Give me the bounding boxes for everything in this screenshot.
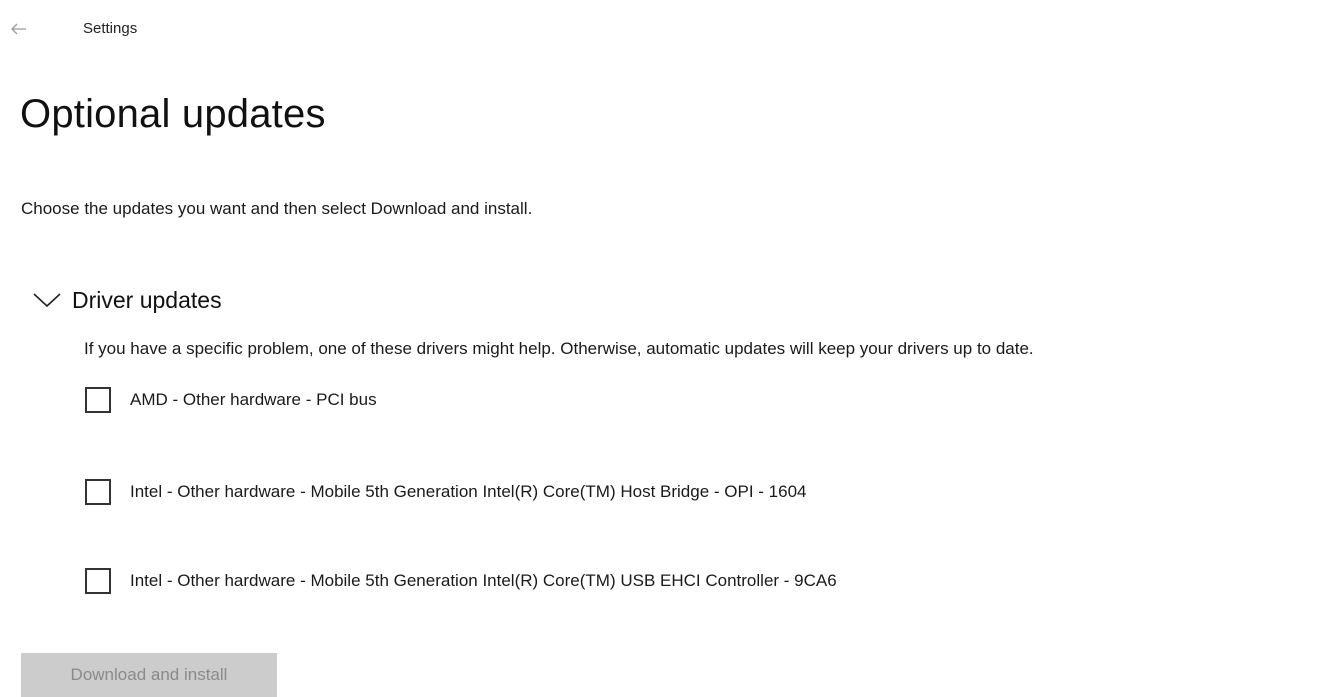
app-title: Settings — [83, 20, 138, 37]
update-item-label: Intel - Other hardware - Mobile 5th Gene… — [130, 482, 807, 501]
back-arrow-icon — [11, 23, 26, 35]
title-bar: Settings — [0, 0, 1344, 58]
update-item-amd-pci-bus[interactable]: AMD - Other hardware - PCI bus — [85, 383, 377, 417]
back-button[interactable] — [6, 16, 32, 42]
chevron-down-icon — [32, 290, 62, 310]
update-checkbox[interactable] — [85, 568, 111, 594]
update-checkbox[interactable] — [85, 387, 111, 413]
driver-updates-header[interactable]: Driver updates — [32, 284, 222, 316]
page-description: Choose the updates you want and then sel… — [21, 199, 533, 218]
update-item-label: Intel - Other hardware - Mobile 5th Gene… — [130, 571, 837, 590]
update-item-intel-host-bridge[interactable]: Intel - Other hardware - Mobile 5th Gene… — [85, 475, 806, 509]
update-item-intel-usb-ehci[interactable]: Intel - Other hardware - Mobile 5th Gene… — [85, 564, 837, 598]
update-checkbox[interactable] — [85, 479, 111, 505]
page-title: Optional updates — [20, 92, 326, 136]
section-description: If you have a specific problem, one of t… — [84, 339, 1034, 358]
settings-window: Settings Optional updates Choose the upd… — [0, 0, 1344, 697]
download-and-install-button[interactable]: Download and install — [21, 653, 277, 697]
section-title: Driver updates — [72, 286, 222, 313]
update-item-label: AMD - Other hardware - PCI bus — [130, 390, 377, 409]
